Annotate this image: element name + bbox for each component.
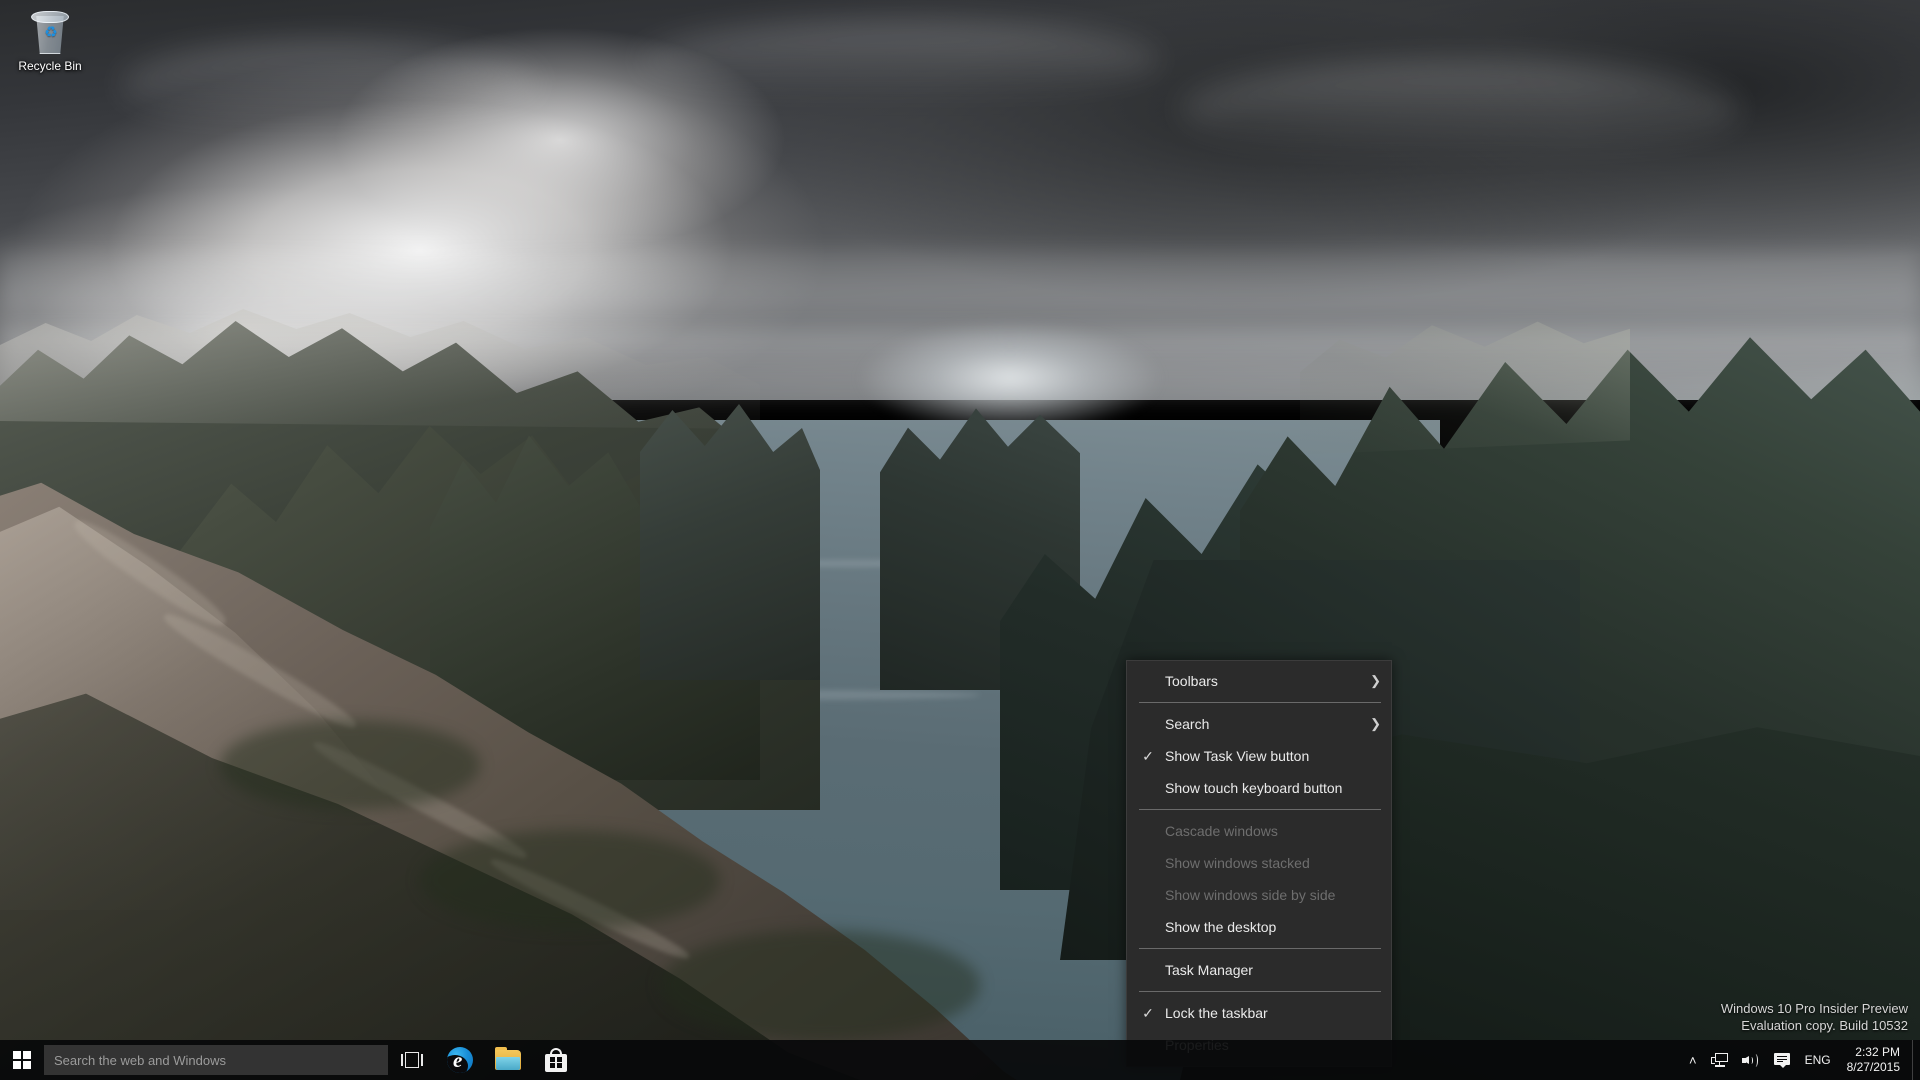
menu-item-show-windows-side-by-side: Show windows side by side: [1127, 879, 1391, 911]
desktop[interactable]: ♻ Recycle Bin Windows 10 Pro Insider Pre…: [0, 0, 1920, 1080]
folder-icon: [495, 1047, 521, 1070]
menu-item-label: Task Manager: [1165, 962, 1253, 978]
windows-logo-icon: [13, 1051, 31, 1069]
chevron-right-icon: ❯: [1370, 673, 1381, 688]
menu-item-label: Show windows stacked: [1165, 855, 1310, 871]
language-label: ENG: [1804, 1053, 1831, 1067]
menu-item-label: Toolbars: [1165, 673, 1218, 689]
watermark-line-1: Windows 10 Pro Insider Preview: [1720, 1001, 1908, 1016]
network-icon: [1710, 1053, 1728, 1067]
menu-item-show-task-view-button[interactable]: ✓ Show Task View button: [1127, 740, 1391, 772]
horizon-glow: [820, 300, 1200, 430]
recycle-symbol-icon: ♻: [44, 24, 58, 41]
menu-item-label: Show touch keyboard button: [1165, 780, 1343, 796]
menu-separator: [1139, 702, 1381, 703]
check-icon: ✓: [1142, 748, 1154, 764]
edge-button[interactable]: [436, 1040, 484, 1080]
task-view-button[interactable]: [388, 1040, 436, 1080]
recycle-bin-lid: [31, 11, 69, 23]
recycle-bin-icon: ♻: [26, 10, 74, 56]
taskbar[interactable]: Search the web and Windows ˄: [0, 1040, 1920, 1080]
clock[interactable]: 2:32 PM 8/27/2015: [1839, 1040, 1912, 1080]
menu-item-show-touch-keyboard-button[interactable]: Show touch keyboard button: [1127, 772, 1391, 804]
desktop-icon-label: Recycle Bin: [18, 59, 82, 73]
cloud-wisp: [1180, 60, 1740, 160]
menu-separator: [1139, 991, 1381, 992]
language-indicator[interactable]: ENG: [1797, 1040, 1839, 1080]
task-view-icon: [401, 1052, 423, 1068]
menu-item-show-windows-stacked: Show windows stacked: [1127, 847, 1391, 879]
action-center-button[interactable]: [1767, 1040, 1797, 1080]
watermark-line-2: Evaluation copy. Build 10532: [1741, 1018, 1908, 1033]
menu-item-cascade-windows: Cascade windows: [1127, 815, 1391, 847]
search-input[interactable]: Search the web and Windows: [44, 1045, 388, 1075]
cloud-wisp: [640, 20, 1160, 100]
taskbar-context-menu[interactable]: Toolbars ❯ Search ❯ ✓ Show Task View button Sh…: [1126, 660, 1392, 1067]
cloud-wisp: [120, 40, 540, 130]
evaluation-watermark: Windows 10 Pro Insider Preview Evaluatio…: [1721, 1000, 1908, 1034]
vegetation-patch: [220, 720, 480, 810]
vegetation-patch: [660, 930, 980, 1040]
edge-icon: [447, 1047, 473, 1073]
volume-button[interactable]: [1735, 1040, 1767, 1080]
menu-separator: [1139, 948, 1381, 949]
chevron-right-icon: ❯: [1370, 716, 1381, 731]
menu-item-toolbars[interactable]: Toolbars ❯: [1127, 665, 1391, 697]
menu-separator: [1139, 809, 1381, 810]
action-center-icon: [1773, 1052, 1790, 1068]
menu-item-label: Show windows side by side: [1165, 887, 1336, 903]
volume-icon: [1741, 1053, 1760, 1068]
store-button[interactable]: [532, 1040, 580, 1080]
clock-time: 2:32 PM: [1855, 1045, 1900, 1059]
network-button[interactable]: [1704, 1040, 1735, 1080]
show-desktop-button[interactable]: [1912, 1040, 1920, 1080]
search-placeholder: Search the web and Windows: [54, 1052, 226, 1068]
menu-item-label: Cascade windows: [1165, 823, 1278, 839]
check-icon: ✓: [1142, 1005, 1154, 1021]
desktop-icon-recycle-bin[interactable]: ♻ Recycle Bin: [6, 6, 94, 73]
show-hidden-icons-button[interactable]: ˄: [1682, 1040, 1704, 1080]
menu-item-search[interactable]: Search ❯: [1127, 708, 1391, 740]
menu-item-task-manager[interactable]: Task Manager: [1127, 954, 1391, 986]
vegetation-patch: [420, 830, 720, 930]
menu-item-show-the-desktop[interactable]: Show the desktop: [1127, 911, 1391, 943]
system-tray[interactable]: ˄ ENG 2:32 PM 8/27/2015: [1682, 1040, 1920, 1080]
menu-item-label: Search: [1165, 716, 1210, 732]
menu-item-label: Show Task View button: [1165, 748, 1310, 764]
start-button[interactable]: [0, 1040, 44, 1080]
file-explorer-button[interactable]: [484, 1040, 532, 1080]
menu-item-label: Lock the taskbar: [1165, 1005, 1268, 1021]
store-bag-icon: [545, 1048, 567, 1072]
chevron-up-icon: ˄: [1689, 1052, 1697, 1068]
clock-date: 8/27/2015: [1846, 1060, 1900, 1074]
menu-item-label: Show the desktop: [1165, 919, 1277, 935]
menu-item-lock-the-taskbar[interactable]: ✓ Lock the taskbar: [1127, 997, 1391, 1029]
